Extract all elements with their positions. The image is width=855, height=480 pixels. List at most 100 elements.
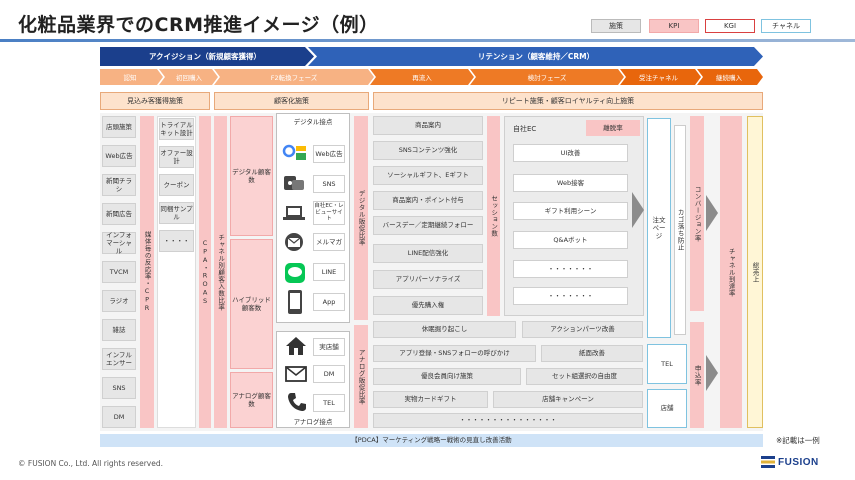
application-arrow (706, 355, 718, 391)
measure-vip-members: 優良会員向け施策 (373, 368, 521, 385)
kpi-cpa-roas: CPA・ROAS (199, 116, 211, 428)
section-prospect: 見込み客獲得施策 (100, 92, 210, 110)
mail-icon (284, 232, 304, 252)
touchpoint-dm: DM (313, 365, 345, 383)
channel-magazine: 雑誌 (102, 319, 136, 341)
measure-priority-purchase: 優先購入権 (373, 296, 483, 315)
touchpoint-store: 実店舗 (313, 338, 345, 356)
phone-icon (287, 392, 307, 412)
title-underline (0, 39, 855, 42)
kpi-channel-customer-ratio: チャネル別顧客入数比率 (214, 116, 227, 428)
laptop-icon (283, 204, 305, 222)
phase-repeat-purchase: 継続購入 (716, 74, 742, 82)
channel-influencer: インフルエンサー (102, 348, 136, 370)
channel-flyer: 新聞チラシ (102, 174, 136, 196)
channel-web-ads: Web広告 (102, 145, 136, 167)
phase-order-channel: 受注チャネル (639, 74, 678, 82)
copyright: © FUSION Co., Ltd. All rights reserved. (18, 459, 163, 468)
touchpoint-line: LINE (313, 263, 345, 281)
touchpoint-sns: SNS (313, 175, 345, 193)
analog-customers: アナログ顧客数 (230, 372, 273, 428)
analog-touchpoints-title: アナログ接点 (293, 417, 333, 426)
band-retention: リテンション（顧客維持／CRM） (477, 52, 595, 61)
trial-kit: トライアルキット設計 (159, 118, 194, 140)
trial-more: ・・・・ (159, 230, 194, 252)
phase-f2: F2転換フェーズ (270, 74, 318, 82)
channel-radio: ラジオ (102, 290, 136, 312)
measure-set-freedom: セット組選択の自由度 (526, 368, 643, 385)
touchpoint-mail-magazine: メルマガ (313, 233, 345, 251)
ec-arrow (632, 192, 644, 228)
measure-sns-content: SNSコンテンツ強化 (373, 141, 483, 160)
kpi-conversion-rate: コンバージョン率 (690, 116, 704, 311)
phase-consideration: 検討フェーズ (527, 74, 567, 82)
touchpoint-ec-review: 自社EC・レビューサイト (313, 201, 345, 225)
channel-store-order: 店舗 (647, 389, 687, 428)
digital-customers: デジタル顧客数 (230, 116, 273, 236)
section-repeat: リピート施策・顧客ロイヤルティ向上施策 (373, 92, 763, 110)
measure-physical-card: 実物カードギフト (373, 391, 488, 408)
phase-awareness: 認知 (123, 74, 137, 82)
page-title: 化粧品業界でのCRM推進イメージ（例） (18, 14, 379, 36)
kpi-sessions: セッション数 (487, 116, 500, 316)
store-icon (285, 336, 307, 356)
phase-first-purchase: 初回購入 (176, 74, 202, 82)
channel-tel: TEL (647, 344, 687, 384)
measure-more: ・・・・・・・・・・・・・・・ (373, 413, 643, 428)
legend-measure: 施策 (591, 19, 641, 33)
smartphone-icon (288, 290, 302, 314)
fusion-logo: FUSION (761, 456, 819, 468)
measure-line-delivery: LINE配信強化 (373, 244, 483, 263)
channel-dm: DM (102, 406, 136, 428)
digital-touchpoints-title: デジタル接点 (293, 117, 333, 126)
measure-dormant: 休眠掘り起こし (373, 321, 516, 338)
bundled-sample: 同梱サンプル (159, 202, 194, 224)
kpi-response-rate: 媒体毎の反応率・CPR (140, 116, 154, 428)
ec-qa-bot: Q&Aボット (513, 231, 628, 249)
measure-app-personalize: アプリパーソナライズ (373, 270, 483, 289)
ec-gift-scene: ギフト利用シーン (513, 202, 628, 220)
phase-reinflow: 再流入 (412, 74, 432, 82)
channel-order-page: 注文ページ (647, 118, 671, 338)
kpi-bounce-rate: 離脱率 (586, 120, 640, 136)
line-icon (285, 263, 305, 283)
hybrid-customers: ハイブリッド顧客数 (230, 239, 273, 369)
kgi-total-sales: 総売上 (747, 116, 763, 428)
legend-kpi: KPI (649, 19, 699, 33)
google-ads-icon (281, 144, 307, 162)
legend-channel: チャネル (761, 19, 811, 33)
ec-ui-improvement: UI改善 (513, 144, 628, 162)
band-acquisition: アクイジション（新規顧客獲得） (148, 52, 262, 61)
ec-more-2: ・・・・・・・ (513, 287, 628, 305)
measure-product-guide: 商品案内 (373, 116, 483, 135)
measure-action-parts: アクションパーツ改善 (522, 321, 643, 338)
logo-mark-icon (761, 456, 775, 468)
channel-infomercial: インフォマーシャル (102, 231, 136, 255)
touchpoint-tel: TEL (313, 394, 345, 412)
kpi-cart-abandon: カゴ落ち防止 (674, 125, 686, 335)
measure-app-register: アプリ登録・SNSフォローの呼びかけ (373, 345, 536, 362)
kpi-application-rate: 申込率 (690, 322, 704, 428)
channel-tvcm: TVCM (102, 261, 136, 283)
example-note: ※記載は一例 (776, 436, 820, 445)
coupon: クーポン (159, 174, 194, 196)
kpi-analog-promo-ratio: アナログ販促比率 (354, 325, 368, 428)
pdca-bar: 【PDCA】マーケティング戦略ー戦術の見直し改善活動 (100, 434, 763, 447)
envelope-icon (285, 366, 307, 382)
measure-birthday-followup: バースデー／定期継続フォロー (373, 216, 483, 235)
ec-more-1: ・・・・・・・ (513, 260, 628, 278)
kpi-digital-promo-ratio: デジタル販促比率 (354, 116, 368, 320)
measure-paper-improve: 紙面改善 (541, 345, 643, 362)
channel-store: 店頭施策 (102, 116, 136, 138)
measure-guide-points: 商品案内・ポイント付与 (373, 191, 483, 210)
ec-web-service: Web接客 (513, 174, 628, 192)
sns-icon (283, 174, 305, 194)
offer-design: オファー設計 (159, 146, 194, 168)
channel-newspaper: 新聞広告 (102, 203, 136, 225)
touchpoint-app: App (313, 293, 345, 311)
own-ec-title: 自社EC (513, 125, 537, 133)
touchpoint-web-ads: Web広告 (313, 145, 345, 163)
kpi-channel-reach: チャネル到達率 (720, 116, 742, 428)
measure-store-campaign: 店舗キャンペーン (493, 391, 643, 408)
legend-kgi: KGI (705, 19, 755, 33)
